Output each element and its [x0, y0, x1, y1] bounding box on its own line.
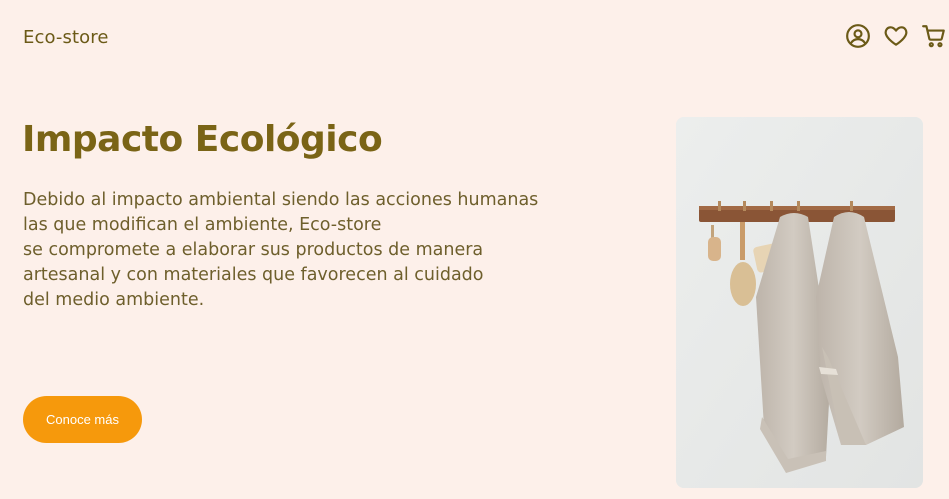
hero-description: Debido al impacto ambiental siendo las a…: [23, 188, 543, 313]
description-line: las que modifican el ambiente, Eco-store: [23, 215, 382, 235]
user-icon[interactable]: [844, 22, 872, 50]
learn-more-button[interactable]: Conoce más: [23, 396, 142, 443]
description-line: Debido al impacto ambiental siendo las a…: [23, 190, 539, 210]
description-line: artesanal y con materiales que favorecen…: [23, 265, 484, 285]
heart-icon[interactable]: [882, 22, 910, 50]
description-line: se compromete a elaborar sus productos d…: [23, 240, 484, 260]
header-icons: [844, 22, 948, 50]
description-line: del medio ambiente.: [23, 290, 205, 310]
hero-image-towels: [676, 117, 923, 488]
cart-icon[interactable]: [920, 22, 948, 50]
towels-illustration: [676, 117, 923, 488]
page-title: Impacto Ecológico: [22, 119, 383, 160]
site-header: Eco-store: [0, 0, 949, 78]
brand-logo-text[interactable]: Eco-store: [23, 27, 109, 48]
